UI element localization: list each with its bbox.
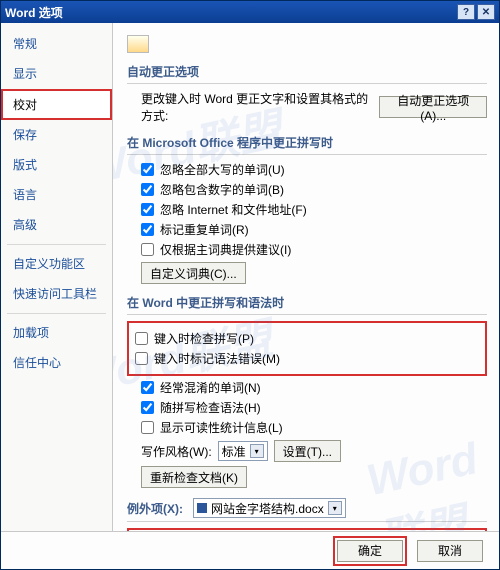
highlight-hide-errors: 只隐藏此文档中的拼写错误(S) 只隐藏此文档中的语法错误(D)	[127, 528, 487, 531]
section-exceptions: 例外项(X): 网站金字塔结构.docx ▾	[127, 498, 487, 522]
chk-ignore-numbers[interactable]: 忽略包含数字的单词(B)	[141, 181, 487, 198]
chk-mark-grammar[interactable]: 键入时标记语法错误(M)	[135, 350, 481, 367]
custom-dictionaries-button[interactable]: 自定义词典(C)...	[141, 262, 246, 284]
chk-ignore-uppercase-box[interactable]	[141, 163, 154, 176]
recheck-document-button[interactable]: 重新检查文档(K)	[141, 466, 247, 488]
writing-style-settings-button[interactable]: 设置(T)...	[274, 440, 341, 462]
chk-confused-words-box[interactable]	[141, 381, 154, 394]
recheck-row: 重新检查文档(K)	[141, 466, 487, 488]
chk-grammar-with-spelling[interactable]: 随拼写检查语法(H)	[141, 399, 487, 416]
nav-language[interactable]: 语言	[1, 180, 112, 210]
exceptions-value: 网站金字塔结构.docx	[211, 500, 324, 517]
nav-divider	[7, 244, 106, 245]
dialog-footer: 确定 取消	[1, 531, 499, 569]
chk-grammar-with-spelling-box[interactable]	[141, 401, 154, 414]
help-button[interactable]: ?	[457, 4, 475, 20]
abc-icon	[127, 35, 149, 53]
content-panel[interactable]: Word联盟 Word联盟 Word联盟 自动更正选项 更改键入时 Word 更…	[113, 23, 499, 531]
autocorrect-options-button[interactable]: 自动更正选项(A)...	[379, 96, 487, 118]
highlight-spellgrammar: 键入时检查拼写(P) 键入时标记语法错误(M)	[127, 321, 487, 376]
chk-readability-stats-box[interactable]	[141, 421, 154, 434]
chevron-down-icon: ▾	[328, 501, 342, 515]
ok-button[interactable]: 确定	[337, 540, 403, 562]
section-office-spelling: 在 Microsoft Office 程序中更正拼写时	[127, 134, 487, 155]
nav-layout[interactable]: 版式	[1, 150, 112, 180]
close-button[interactable]: ✕	[477, 4, 495, 20]
chk-flag-repeated[interactable]: 标记重复单词(R)	[141, 221, 487, 238]
writing-style-value: 标准	[222, 443, 246, 460]
writing-style-select[interactable]: 标准 ▾	[218, 441, 268, 461]
nav-advanced[interactable]: 高级	[1, 210, 112, 240]
chk-confused-words[interactable]: 经常混淆的单词(N)	[141, 379, 487, 396]
chk-check-spelling-box[interactable]	[135, 332, 148, 345]
titlebar: Word 选项 ? ✕	[1, 1, 499, 23]
writing-style-label: 写作风格(W):	[141, 443, 212, 460]
writing-style-row: 写作风格(W): 标准 ▾ 设置(T)...	[141, 440, 487, 462]
chk-main-dict-only[interactable]: 仅根据主词典提供建议(I)	[141, 241, 487, 258]
nav-trust-center[interactable]: 信任中心	[1, 348, 112, 378]
section-word-spelling: 在 Word 中更正拼写和语法时	[127, 294, 487, 315]
chk-check-spelling[interactable]: 键入时检查拼写(P)	[135, 330, 481, 347]
exceptions-select[interactable]: 网站金字塔结构.docx ▾	[193, 498, 346, 518]
cancel-button[interactable]: 取消	[417, 540, 483, 562]
nav-quick-access[interactable]: 快速访问工具栏	[1, 279, 112, 309]
nav-save[interactable]: 保存	[1, 120, 112, 150]
word-options-window: Word 选项 ? ✕ 常规 显示 校对 保存 版式 语言 高级 自定义功能区 …	[0, 0, 500, 570]
autocorrect-label: 更改键入时 Word 更正文字和设置其格式的方式:	[141, 90, 373, 124]
nav-general[interactable]: 常规	[1, 29, 112, 59]
chevron-down-icon: ▾	[250, 444, 264, 458]
custom-dict-row: 自定义词典(C)...	[141, 262, 487, 284]
nav-divider	[7, 313, 106, 314]
section-autocorrect: 自动更正选项	[127, 63, 487, 84]
nav-customize-ribbon[interactable]: 自定义功能区	[1, 249, 112, 279]
exceptions-label: 例外项(X):	[127, 502, 183, 516]
chk-ignore-internet-box[interactable]	[141, 203, 154, 216]
dialog-body: 常规 显示 校对 保存 版式 语言 高级 自定义功能区 快速访问工具栏 加载项 …	[1, 23, 499, 531]
autocorrect-row: 更改键入时 Word 更正文字和设置其格式的方式: 自动更正选项(A)...	[141, 90, 487, 124]
window-title: Word 选项	[5, 4, 455, 21]
header-icon-row	[127, 35, 487, 53]
highlight-ok: 确定	[333, 536, 407, 566]
nav-addins[interactable]: 加载项	[1, 318, 112, 348]
nav-proofing[interactable]: 校对	[1, 89, 112, 120]
sidebar: 常规 显示 校对 保存 版式 语言 高级 自定义功能区 快速访问工具栏 加载项 …	[1, 23, 113, 531]
chk-flag-repeated-box[interactable]	[141, 223, 154, 236]
chk-mark-grammar-box[interactable]	[135, 352, 148, 365]
word-doc-icon	[197, 503, 207, 513]
chk-ignore-internet[interactable]: 忽略 Internet 和文件地址(F)	[141, 201, 487, 218]
chk-ignore-numbers-box[interactable]	[141, 183, 154, 196]
chk-readability-stats[interactable]: 显示可读性统计信息(L)	[141, 419, 487, 436]
chk-ignore-uppercase[interactable]: 忽略全部大写的单词(U)	[141, 161, 487, 178]
chk-main-dict-only-box[interactable]	[141, 243, 154, 256]
nav-display[interactable]: 显示	[1, 59, 112, 89]
